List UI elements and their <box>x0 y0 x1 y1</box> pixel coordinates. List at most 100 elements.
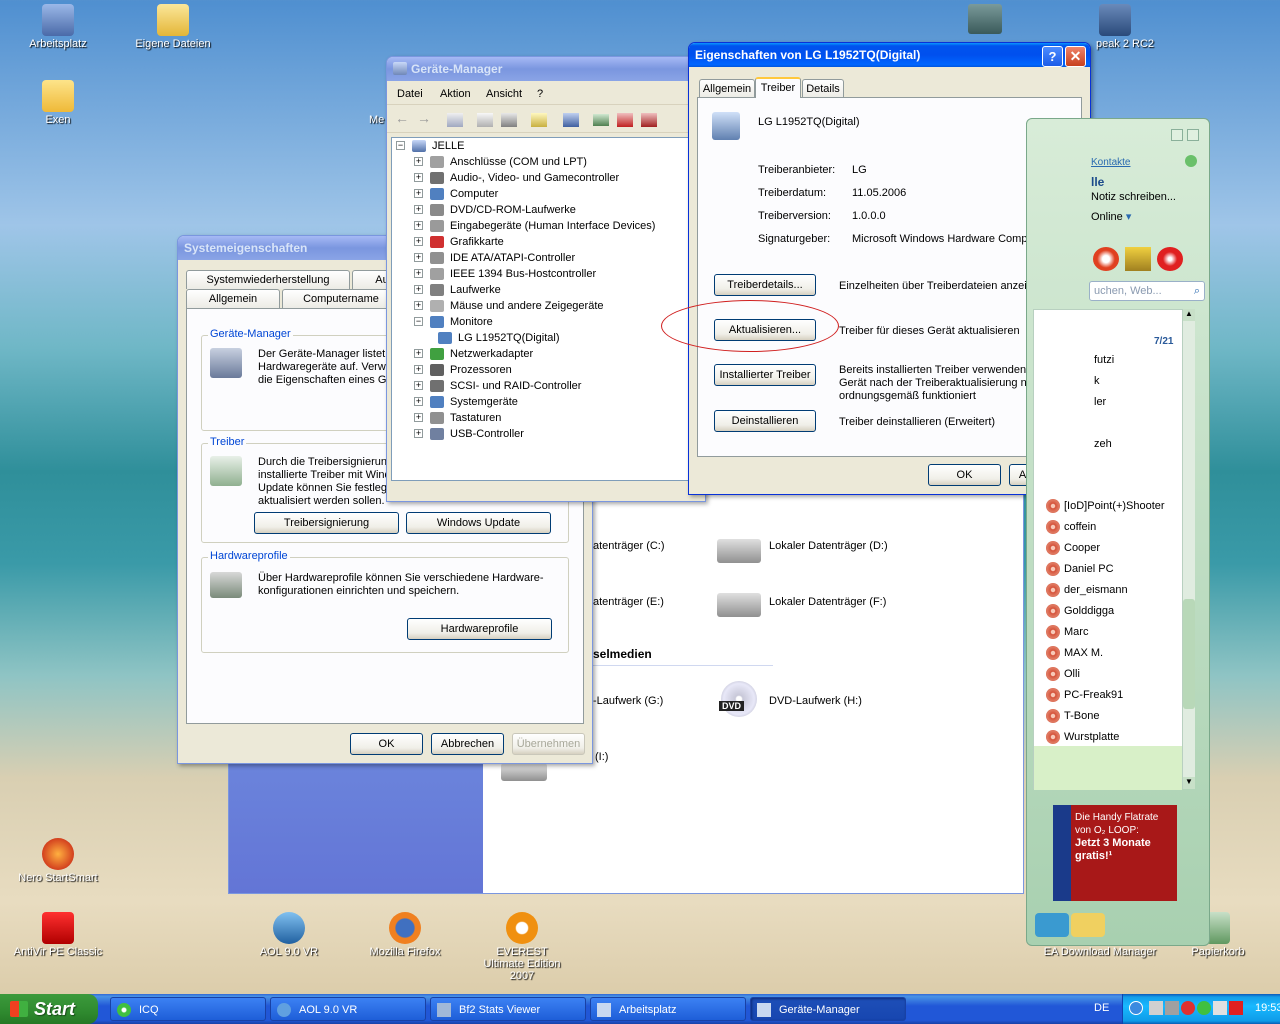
drive-c-label[interactable]: atenträger (C:) <box>593 540 665 552</box>
minimize-icon[interactable] <box>1171 129 1183 141</box>
tray-icon[interactable] <box>1165 1001 1179 1015</box>
contact-list-item[interactable]: Golddigga <box>1046 601 1114 621</box>
tab-allgemein[interactable]: Allgemein <box>699 79 755 98</box>
tree-item-category[interactable]: + IDE ATA/ATAPI-Controller <box>414 250 575 266</box>
tree-item-category[interactable]: + DVD/CD-ROM-Laufwerke <box>414 202 576 218</box>
tree-item-category[interactable]: − Monitore <box>414 314 493 330</box>
contact-list-item[interactable]: MAX M. <box>1046 643 1103 663</box>
tree-item-category[interactable]: + Tastaturen <box>414 410 501 426</box>
menu-datei[interactable]: Datei <box>397 88 423 100</box>
expand-icon[interactable]: + <box>414 413 423 422</box>
scrollbar[interactable]: ▲ ▼ <box>1183 309 1195 789</box>
contact-list-item[interactable]: coffein <box>1046 517 1096 537</box>
desktop-icon-exen[interactable]: Exen <box>13 80 103 126</box>
taskbar-item-aol[interactable]: AOL 9.0 VR <box>270 997 426 1021</box>
contact-list-item[interactable]: Marc <box>1046 622 1088 642</box>
contact-list-item[interactable]: Olli <box>1046 664 1080 684</box>
back-arrow-icon[interactable]: ← <box>395 110 413 128</box>
tree-item-category[interactable]: + Audio-, Video- und Gamecontroller <box>414 170 619 186</box>
expand-icon[interactable]: + <box>414 285 423 294</box>
taskbar-item-icq[interactable]: ICQ <box>110 997 266 1021</box>
tree-item-category[interactable]: + Grafikkarte <box>414 234 504 250</box>
properties-icon[interactable] <box>477 113 493 127</box>
drive-e-label[interactable]: atenträger (E:) <box>593 596 664 608</box>
status-icon[interactable] <box>1185 155 1197 167</box>
tree-item-category[interactable]: + SCSI- und RAID-Controller <box>414 378 581 394</box>
phone-icon[interactable] <box>1035 913 1069 937</box>
drive-h-label[interactable]: DVD-Laufwerk (H:) <box>769 695 862 707</box>
windows-update-button[interactable]: Windows Update <box>406 512 551 534</box>
expand-icon[interactable]: + <box>414 429 423 438</box>
tree-item-category[interactable]: + Prozessoren <box>414 362 512 378</box>
drive-f-label[interactable]: Lokaler Datenträger (F:) <box>769 596 886 608</box>
uninstall-icon[interactable] <box>617 113 633 127</box>
update-driver-icon[interactable] <box>593 114 609 126</box>
expand-icon[interactable]: + <box>414 221 423 230</box>
taskbar-item-geraete-manager[interactable]: Geräte-Manager <box>750 997 906 1021</box>
antivir-tray-icon[interactable] <box>1229 1001 1243 1015</box>
tree-item-category[interactable]: + Eingabegeräte (Human Interface Devices) <box>414 218 655 234</box>
expand-icon[interactable]: + <box>414 349 423 358</box>
installierter-treiber-button[interactable]: Installierter Treiber <box>714 364 816 386</box>
desktop-icon-eigene-dateien[interactable]: Eigene Dateien <box>128 4 218 50</box>
expand-icon[interactable]: + <box>414 173 423 182</box>
contact-list-item[interactable]: der_eismann <box>1046 580 1128 600</box>
tab-allgemein[interactable]: Allgemein <box>186 289 280 308</box>
expand-icon[interactable]: + <box>414 301 423 310</box>
contact-partial[interactable]: k <box>1094 375 1100 387</box>
ok-button[interactable]: OK <box>928 464 1001 486</box>
scroll-up-icon[interactable]: ▲ <box>1183 309 1195 321</box>
tab-details[interactable]: Details <box>802 79 844 98</box>
advertisement-banner[interactable]: Die Handy Flatrate von O₂ LOOP: Jetzt 3 M… <box>1053 805 1177 901</box>
expand-icon[interactable]: + <box>414 237 423 246</box>
tree-item-device[interactable]: LG L1952TQ(Digital) <box>434 330 560 346</box>
contact-list-item[interactable]: Cooper <box>1046 538 1100 558</box>
tree-item-category[interactable]: + Laufwerke <box>414 282 501 298</box>
search-icon[interactable]: ⌕ <box>1194 282 1200 300</box>
contact-list-item[interactable]: T-Bone <box>1046 706 1099 726</box>
tree-item-category[interactable]: + Netzwerkadapter <box>414 346 533 362</box>
apply-button[interactable]: Übernehmen <box>512 733 585 755</box>
expand-icon[interactable]: + <box>414 397 423 406</box>
language-indicator[interactable]: DE <box>1094 1002 1109 1014</box>
expand-icon[interactable]: + <box>414 269 423 278</box>
taskbar-item-bf2[interactable]: Bf2 Stats Viewer <box>430 997 586 1021</box>
drive-g-label[interactable]: -Laufwerk (G:) <box>593 695 663 707</box>
treiberdetails-button[interactable]: Treiberdetails... <box>714 274 816 296</box>
contact-partial[interactable]: futzi <box>1094 354 1114 366</box>
expand-icon[interactable]: + <box>414 157 423 166</box>
contact-list-item[interactable]: Wurstplatte <box>1046 727 1119 747</box>
notiz-field[interactable]: Notiz schreiben... <box>1091 191 1176 203</box>
tray-icon[interactable] <box>1149 1001 1163 1015</box>
close-button[interactable]: ✕ <box>1065 46 1086 67</box>
start-button[interactable]: Start <box>0 994 98 1024</box>
search-input[interactable]: uchen, Web... ⌕ <box>1089 281 1205 301</box>
tree-root[interactable]: − JELLE <box>396 138 464 154</box>
disable-icon[interactable] <box>641 113 657 127</box>
online-status[interactable]: Online ▾ <box>1091 210 1131 223</box>
forward-arrow-icon[interactable]: → <box>417 110 435 128</box>
tray-icon[interactable] <box>1213 1001 1227 1015</box>
print-icon[interactable] <box>501 113 517 127</box>
tab-treiber[interactable]: Treiber <box>755 77 801 98</box>
contact-partial[interactable]: ler <box>1094 396 1106 408</box>
tree-item-category[interactable]: + Mäuse und andere Zeigegeräte <box>414 298 604 314</box>
contact-list-item[interactable]: PC-Freak91 <box>1046 685 1123 705</box>
desktop-icon-firefox[interactable]: Mozilla Firefox <box>360 912 450 958</box>
tree-item-category[interactable]: + Systemgeräte <box>414 394 518 410</box>
drive-d-label[interactable]: Lokaler Datenträger (D:) <box>769 540 888 552</box>
tray-icon[interactable] <box>1181 1001 1195 1015</box>
icq-tray-icon[interactable] <box>1197 1001 1211 1015</box>
flower-tool-icon[interactable] <box>1093 247 1119 271</box>
hardwareprofile-button[interactable]: Hardwareprofile <box>407 618 552 640</box>
drive-i-label[interactable]: (I:) <box>595 751 608 763</box>
expand-icon[interactable]: − <box>414 317 423 326</box>
desktop-icon-everest[interactable]: EVEREST Ultimate Edition 2007 <box>476 912 568 982</box>
expand-icon[interactable]: + <box>414 365 423 374</box>
stats-icon[interactable] <box>1125 247 1151 271</box>
expand-icon[interactable]: + <box>414 381 423 390</box>
kontakte-link[interactable]: Kontakte <box>1091 157 1130 168</box>
tree-item-category[interactable]: + Computer <box>414 186 498 202</box>
expand-icon[interactable]: + <box>414 205 423 214</box>
console-tree-icon[interactable] <box>447 113 463 127</box>
